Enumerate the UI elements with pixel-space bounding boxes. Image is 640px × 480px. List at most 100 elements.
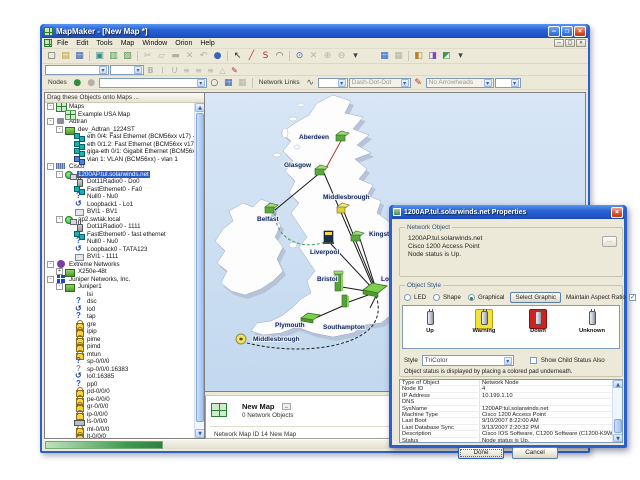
tree-item[interactable]: pd-0/0/0 xyxy=(45,388,194,396)
tree-item[interactable]: Loopback0 - TATA123 xyxy=(45,246,194,254)
tree-item[interactable]: sp-0/0/0 xyxy=(45,358,194,366)
line-style-combo[interactable]: Dash-Dot-Dot▾ xyxy=(349,78,411,88)
line-color-icon[interactable]: ✎ xyxy=(229,65,240,75)
node-grid2-icon[interactable]: ▦ xyxy=(236,77,249,89)
open-map-icon[interactable]: ▤ xyxy=(59,50,72,62)
close-button[interactable]: × xyxy=(574,26,586,37)
menu-window[interactable]: Window xyxy=(138,40,171,47)
browse-node-button[interactable]: ... xyxy=(602,236,617,247)
tree-expand-toggle[interactable]: - xyxy=(56,216,63,223)
graphic-option-unknown[interactable]: Unknown xyxy=(572,309,612,334)
tree-expand-toggle[interactable]: - xyxy=(47,163,54,170)
cancel-button[interactable]: Cancel xyxy=(512,447,558,459)
zoom-tool-icon[interactable]: ⊙ xyxy=(293,50,306,62)
title-bar[interactable]: MapMaker - [New Map *] – ❐ × xyxy=(42,24,588,38)
tree-item[interactable]: Null0 - Nu0 xyxy=(45,238,194,246)
tree-item[interactable]: lo0 xyxy=(45,306,194,314)
tree-item[interactable]: giga-eth 0/1: Gigabit Ethernet (BCM56xx … xyxy=(45,148,194,156)
tree-scrollbar[interactable]: ▲ ▼ xyxy=(194,103,204,438)
tree-item[interactable]: Dot11Radio0 - Do0 xyxy=(45,178,194,186)
underline-icon[interactable]: U xyxy=(169,65,180,75)
graphic-option-down[interactable]: Down xyxy=(518,309,558,334)
scrollbar-thumb[interactable] xyxy=(196,113,204,422)
tree-item[interactable]: vlan 1: VLAN (BCM56xx) - vlan 1 xyxy=(45,156,194,164)
menu-tools[interactable]: Tools xyxy=(92,40,116,47)
scroll-down-icon[interactable]: ▼ xyxy=(195,429,205,438)
show-child-status-checkbox[interactable] xyxy=(530,357,537,364)
draw-line-tool-icon[interactable]: ╱ xyxy=(245,50,258,62)
tree-item[interactable]: eth 0/1.2: Fast Ethernet (BCM56xx v17) -… xyxy=(45,141,194,149)
select-graphic-button[interactable]: Select Graphic xyxy=(510,292,561,303)
arrow-style-combo[interactable]: No Arrowheads▾ xyxy=(426,78,494,88)
tree-item[interactable]: -ap2.swtak.local xyxy=(45,216,194,224)
zoom-icon[interactable]: ▾ xyxy=(349,50,362,62)
chevron-down-icon[interactable]: ▾ xyxy=(401,79,409,87)
graphic-option-warning[interactable]: Warning xyxy=(464,309,504,334)
done-button[interactable]: Done xyxy=(458,447,504,459)
chevron-down-icon[interactable]: ▾ xyxy=(504,357,512,365)
save-map-icon[interactable]: ▦ xyxy=(73,50,86,62)
zoom-out-icon[interactable]: ⊖ xyxy=(335,50,348,62)
bold-icon[interactable]: B xyxy=(145,65,156,75)
chevron-down-icon[interactable]: ▾ xyxy=(338,79,346,87)
map-rename-affordance[interactable]: … xyxy=(282,403,291,410)
chevron-down-icon[interactable]: ▾ xyxy=(197,79,205,87)
export-image-icon[interactable]: ▧ xyxy=(121,50,134,62)
copy-icon[interactable]: ▱ xyxy=(155,50,168,62)
undo-icon[interactable]: ↶ xyxy=(197,50,210,62)
node-select-combo[interactable]: ▾ xyxy=(99,78,207,88)
tree-item[interactable]: -dev_Adtran_1224ST xyxy=(45,126,194,134)
tree-item[interactable]: Example USA Map xyxy=(45,111,194,119)
zoom-cancel-icon[interactable]: ✕ xyxy=(307,50,320,62)
draw-lasso-tool-icon[interactable]: ◠ xyxy=(273,50,286,62)
shape-radio[interactable] xyxy=(433,294,440,301)
menu-file[interactable]: File xyxy=(53,40,72,47)
chevron-down-icon[interactable]: ▾ xyxy=(511,79,519,87)
align-center-icon[interactable]: ≡ xyxy=(193,65,204,75)
arrange-icon[interactable]: ▾ xyxy=(454,50,467,62)
tree-item[interactable]: gre xyxy=(45,321,194,329)
menu-map[interactable]: Map xyxy=(117,40,139,47)
link-pencil-icon[interactable]: ✎ xyxy=(412,77,425,89)
tree-item[interactable]: dsc xyxy=(45,298,194,306)
font-size-combo[interactable]: ▾ xyxy=(110,65,144,75)
map-list-item[interactable]: New Map xyxy=(242,402,275,411)
node-grid-icon[interactable]: ▦ xyxy=(222,77,235,89)
chevron-down-icon[interactable]: ▾ xyxy=(99,66,107,74)
node-shape-icon[interactable]: ○ xyxy=(208,77,221,89)
link-icon[interactable]: ∿ xyxy=(304,77,317,89)
liverpool-node[interactable] xyxy=(323,231,334,244)
dialog-close-icon[interactable]: × xyxy=(611,207,623,218)
scroll-up-icon[interactable]: ▲ xyxy=(613,380,623,388)
menu-orion[interactable]: Orion xyxy=(171,40,196,47)
graphical-radio[interactable] xyxy=(468,294,475,301)
tree-expand-toggle[interactable]: - xyxy=(56,171,63,178)
tree-expand-toggle[interactable]: - xyxy=(56,126,63,133)
tree-item[interactable]: gr-0/0/0 xyxy=(45,403,194,411)
select-tool-icon[interactable]: ↖ xyxy=(231,50,244,62)
menu-edit[interactable]: Edit xyxy=(72,40,92,47)
unplaced-node[interactable] xyxy=(236,334,246,344)
tree-item[interactable]: pe-0/0/0 xyxy=(45,396,194,404)
tree-item[interactable]: ipip xyxy=(45,328,194,336)
tree-expand-toggle[interactable]: - xyxy=(47,118,54,125)
scrollbar-thumb[interactable] xyxy=(614,419,622,433)
tree-item[interactable]: FastEthernet0 - Fa0 xyxy=(45,186,194,194)
cut-icon[interactable]: ✂ xyxy=(141,50,154,62)
draw-curve-tool-icon[interactable]: S xyxy=(259,50,272,62)
tree-item[interactable]: -Juniper1 xyxy=(45,283,194,291)
tree-item[interactable]: ip-0/0/0 xyxy=(45,411,194,419)
led-radio[interactable] xyxy=(404,294,411,301)
new-map-icon[interactable]: ▢ xyxy=(45,50,58,62)
tree-item[interactable]: -1200AP.tul.solarwinds.net xyxy=(45,171,194,179)
delete-icon[interactable]: ✕ xyxy=(183,50,196,62)
mdi-restore-button[interactable]: □ xyxy=(565,39,575,47)
grid-snap-icon[interactable]: ▦ xyxy=(392,50,405,62)
tree-item[interactable]: lo0.16385 xyxy=(45,373,194,381)
tree-item[interactable]: ml-0/0/0 xyxy=(45,426,194,434)
tree-item[interactable]: mtun xyxy=(45,351,194,359)
tree-item[interactable]: BVI1 - 1111 xyxy=(45,253,194,261)
tree-item[interactable]: sp-0/0/0.16383 xyxy=(45,366,194,374)
tree-item[interactable]: pime xyxy=(45,336,194,344)
mdi-close-button[interactable]: × xyxy=(576,39,586,47)
